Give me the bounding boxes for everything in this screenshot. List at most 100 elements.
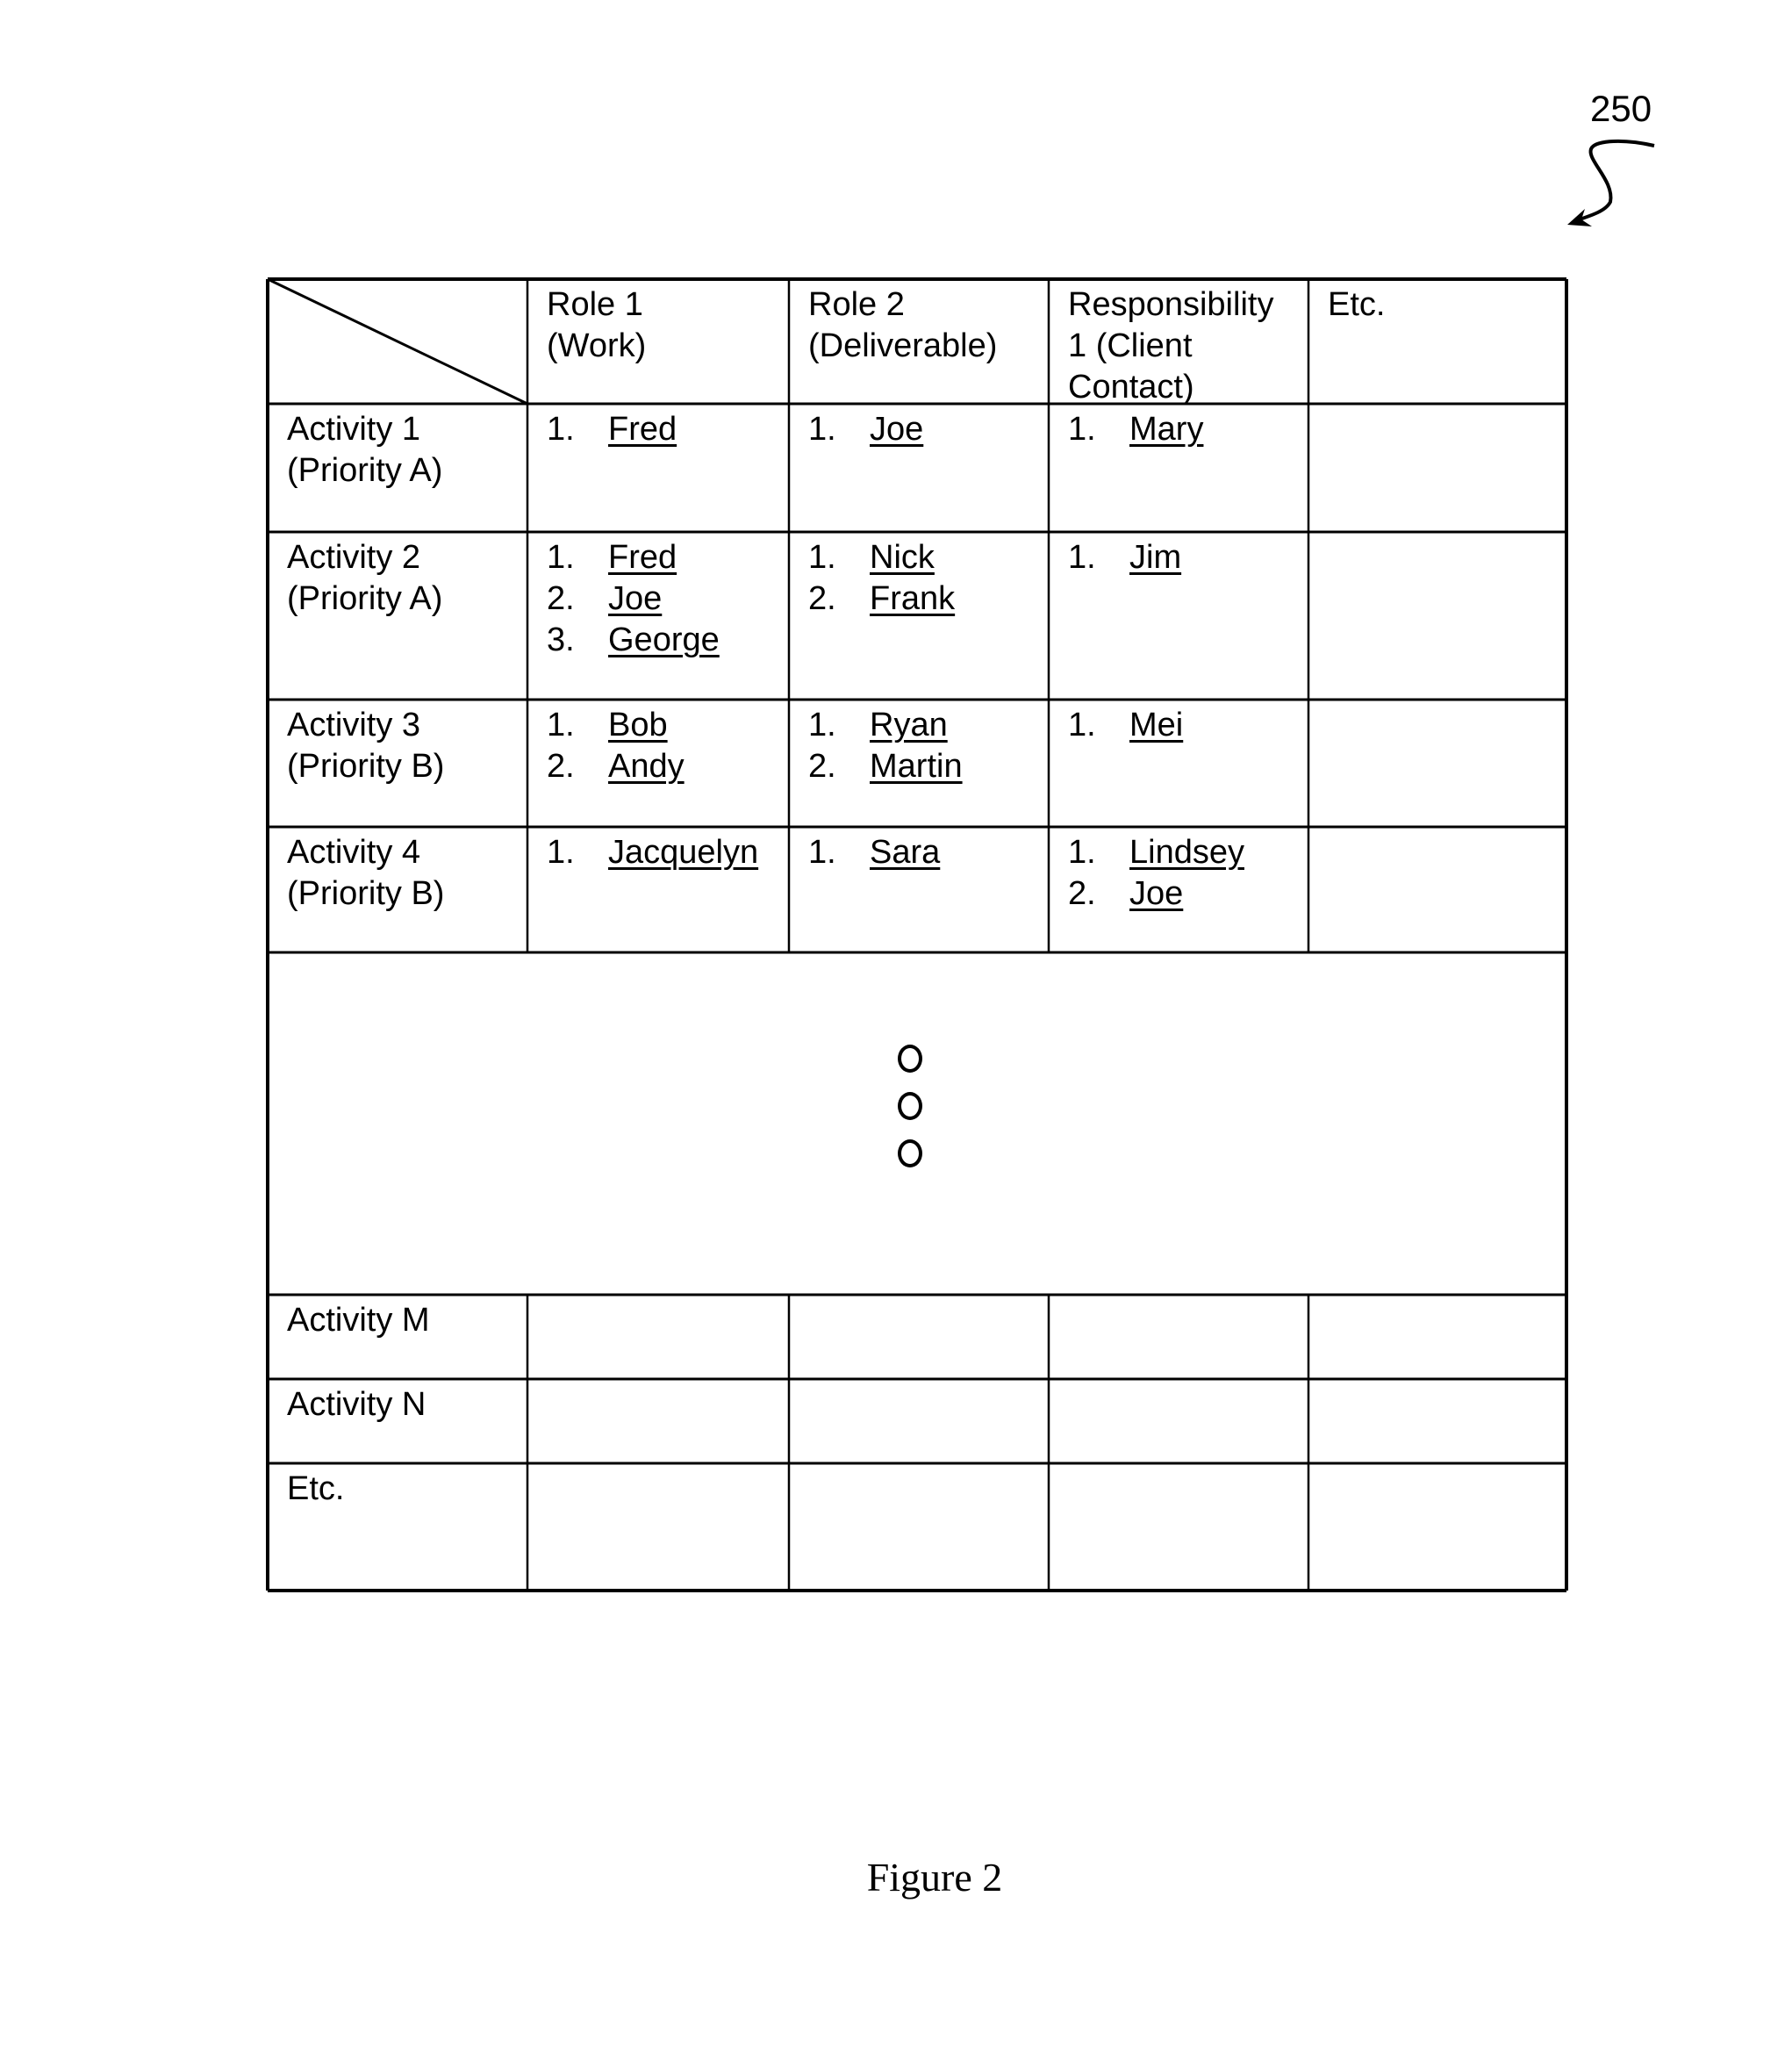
assignee-list: 1. Jim — [1068, 537, 1305, 578]
assignee-name: Nick — [870, 539, 935, 576]
list-number: 1. — [1068, 539, 1096, 576]
assignee-name: Mei — [1129, 707, 1184, 743]
column-header-line: Etc. — [1328, 286, 1386, 323]
list-number: 2. — [808, 748, 836, 785]
assignee-list: 1. Fred 2. Joe 3. George — [547, 537, 785, 661]
assignee-name: Martin — [870, 748, 963, 785]
assignee-item: 1. Fred — [547, 537, 785, 578]
ellipsis-dot — [898, 1092, 922, 1120]
row-header: Activity 2 (Priority A) — [287, 537, 524, 620]
row-header-line: Activity M — [287, 1302, 430, 1339]
row-header: Activity 4 (Priority B) — [287, 832, 524, 915]
assignee-item: 1. Sara — [808, 832, 1045, 873]
list-number: 3. — [547, 621, 575, 658]
row-header-line: Activity N — [287, 1386, 426, 1423]
row-header: Etc. — [287, 1469, 524, 1510]
assignee-item: 2. Martin — [808, 746, 1045, 787]
column-header-line: 1 (Client — [1068, 327, 1193, 364]
assignee-item: 1. Fred — [547, 409, 785, 450]
row-header-line: Activity 4 — [287, 834, 421, 871]
list-number: 1. — [547, 411, 575, 448]
assignee-item: 1. Mary — [1068, 409, 1305, 450]
assignee-name: Bob — [608, 707, 668, 743]
assignee-item: 1. Jacquelyn — [547, 832, 785, 873]
list-number: 1. — [808, 707, 836, 743]
assignee-list: 1. Jacquelyn — [547, 832, 785, 873]
assignee-item: 2. Frank — [808, 578, 1045, 620]
column-header-line: Responsibility — [1068, 286, 1274, 323]
assignee-name: George — [608, 621, 720, 658]
vertical-ellipsis-icon — [898, 1045, 924, 1187]
list-number: 2. — [1068, 875, 1096, 912]
row-header: Activity 1 (Priority A) — [287, 409, 524, 492]
assignee-name: Jacquelyn — [608, 834, 759, 871]
row-header-line: (Priority B) — [287, 875, 445, 912]
list-number: 2. — [808, 580, 836, 617]
column-header-line: Contact) — [1068, 369, 1194, 406]
assignee-list: 1. Lindsey 2. Joe — [1068, 832, 1305, 915]
corner-diagonal-icon — [267, 277, 528, 406]
list-number: 1. — [808, 411, 836, 448]
assignee-item: 1. Mei — [1068, 705, 1305, 746]
assignee-list: 1. Nick 2. Frank — [808, 537, 1045, 620]
row-header-line: (Priority B) — [287, 748, 445, 785]
column-header-line: Role 1 — [547, 286, 643, 323]
list-number: 1. — [1068, 707, 1096, 743]
row-header-line: Activity 3 — [287, 707, 421, 743]
list-number: 2. — [547, 748, 575, 785]
assignee-item: 2. Andy — [547, 746, 785, 787]
assignee-item: 1. Ryan — [808, 705, 1045, 746]
list-number: 1. — [808, 539, 836, 576]
column-header: Role 2 (Deliverable) — [808, 284, 1045, 367]
list-number: 1. — [808, 834, 836, 871]
assignee-list: 1. Mary — [1068, 409, 1305, 450]
assignee-name: Mary — [1129, 411, 1204, 448]
list-number: 1. — [547, 539, 575, 576]
row-header-line: Activity 1 — [287, 411, 421, 448]
assignee-item: 1. Joe — [808, 409, 1045, 450]
assignee-list: 1. Joe — [808, 409, 1045, 450]
row-header: Activity 3 (Priority B) — [287, 705, 524, 787]
assignee-list: 1. Sara — [808, 832, 1045, 873]
column-header-line: (Work) — [547, 327, 647, 364]
list-number: 1. — [547, 707, 575, 743]
assignee-name: Jim — [1129, 539, 1182, 576]
assignee-name: Andy — [608, 748, 685, 785]
assignee-name: Fred — [608, 411, 677, 448]
row-header-line: (Priority A) — [287, 452, 443, 489]
row-header-line: (Priority A) — [287, 580, 443, 617]
row-header: Activity N — [287, 1384, 524, 1426]
assignee-item: 2. Joe — [547, 578, 785, 620]
column-header-line: Role 2 — [808, 286, 905, 323]
figure-caption: Figure 2 — [866, 1855, 1003, 1900]
list-number: 1. — [1068, 834, 1096, 871]
list-number: 2. — [547, 580, 575, 617]
row-header-line: Etc. — [287, 1470, 345, 1507]
assignee-list: 1. Ryan 2. Martin — [808, 705, 1045, 787]
assignee-list: 1. Mei — [1068, 705, 1305, 746]
assignee-name: Lindsey — [1129, 834, 1244, 871]
assignee-item: 1. Jim — [1068, 537, 1305, 578]
assignee-item: 1. Nick — [808, 537, 1045, 578]
assignee-item: 3. George — [547, 620, 785, 661]
assignee-item: 1. Bob — [547, 705, 785, 746]
column-header: Role 1 (Work) — [547, 284, 785, 367]
assignee-name: Joe — [870, 411, 924, 448]
list-number: 1. — [1068, 411, 1096, 448]
assignee-name: Joe — [608, 580, 663, 617]
assignee-list: 1. Bob 2. Andy — [547, 705, 785, 787]
column-header-line: (Deliverable) — [808, 327, 998, 364]
assignee-name: Frank — [870, 580, 956, 617]
assignee-item: 1. Lindsey — [1068, 832, 1305, 873]
column-header: Etc. — [1328, 284, 1563, 326]
assignee-name: Joe — [1129, 875, 1184, 912]
assignee-item: 2. Joe — [1068, 873, 1305, 915]
row-header-line: Activity 2 — [287, 539, 421, 576]
assignee-name: Sara — [870, 834, 941, 871]
assignee-name: Ryan — [870, 707, 948, 743]
row-header: Activity M — [287, 1300, 524, 1341]
ellipsis-dot — [898, 1139, 922, 1167]
column-header: Responsibility 1 (Client Contact) — [1068, 284, 1305, 408]
ellipsis-dot — [898, 1045, 922, 1073]
list-number: 1. — [547, 834, 575, 871]
